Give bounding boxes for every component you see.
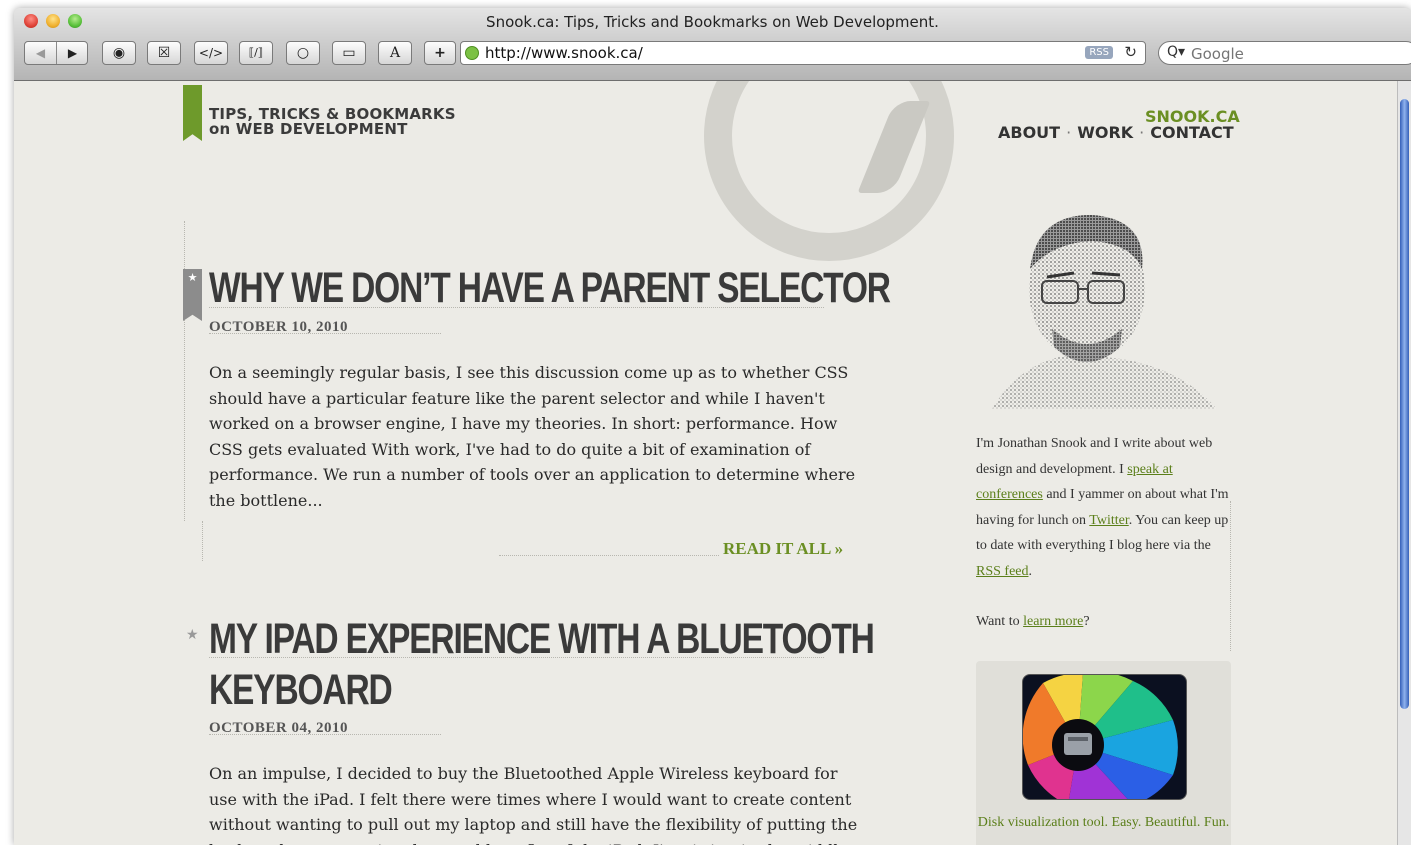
twitter-link[interactable]: Twitter [1089,513,1128,528]
nav-separator: · [1066,123,1072,142]
validate-button[interactable]: ⟦/⟧ [239,41,273,65]
browser-window: Snook.ca: Tips, Tricks and Bookmarks on … [14,8,1411,845]
record-button[interactable]: ◉ [102,41,136,65]
outline-button[interactable]: ○ [286,41,320,65]
back-button[interactable]: ◀ [25,42,57,64]
post-guide-line [202,521,203,561]
title-underline [209,657,824,658]
back-forward-control: ◀ ▶ [24,41,88,65]
disk-visualization-app-icon[interactable] [1022,674,1187,800]
post-excerpt: On a seemingly regular basis, I see this… [209,363,856,510]
post-guide-line [184,221,185,521]
search-input[interactable] [1189,44,1393,64]
view-source-button[interactable]: </> [194,41,228,65]
author-portrait [992,214,1217,409]
readmore-rule [499,555,719,556]
add-bookmark-button[interactable]: + [424,41,456,65]
title-bar: Snook.ca: Tips, Tricks and Bookmarks on … [14,8,1411,81]
nav-contact[interactable]: CONTACT [1150,123,1233,142]
featured-bookmark-icon: ★ [183,269,202,321]
nav-about[interactable]: ABOUT [998,123,1060,142]
sidebar-guide-line [1230,501,1231,651]
scrollbar-thumb[interactable] [1400,99,1409,709]
address-bar[interactable]: http://www.snook.ca/ RSS ↻ [460,41,1146,65]
tagline-line-2: on WEB DEVELOPMENT [209,120,408,138]
date-underline [209,333,441,334]
learn-more-suffix: ? [1083,614,1090,629]
vertical-scrollbar[interactable] [1397,81,1411,845]
post-excerpt: On an impulse, I decided to buy the Blue… [209,764,858,845]
logo-ribbon-icon[interactable] [183,85,202,141]
nav-separator: · [1139,123,1145,142]
rss-button[interactable]: RSS [1085,46,1113,59]
disable-images-button[interactable]: ☒ [147,41,181,65]
forward-button[interactable]: ▶ [57,42,88,64]
learn-more-link[interactable]: learn more [1023,614,1083,629]
ad-caption[interactable]: Disk visualization tool. Easy. Beautiful… [976,811,1231,835]
main-nav: ABOUT · WORK · CONTACT [998,123,1234,142]
text-size-button[interactable]: A [378,41,412,65]
learn-more-prefix: Want to [976,614,1024,629]
window-title: Snook.ca: Tips, Tricks and Bookmarks on … [486,13,939,31]
bio-text: I'm Jonathan Snook and I write about web… [976,436,1213,477]
reload-icon[interactable]: ↻ [1124,43,1137,61]
site-favicon-icon [465,46,479,60]
rss-feed-link[interactable]: RSS feed [976,564,1029,579]
author-bio: I'm Jonathan Snook and I write about web… [976,431,1238,635]
resize-button[interactable]: ▭ [332,41,366,65]
title-underline [209,307,824,308]
post-title-line-2[interactable]: KEYBOARD [209,665,393,716]
site-tagline[interactable]: TIPS, TRICKS & BOOKMARKS on WEB DEVELOPM… [209,107,456,137]
search-field[interactable]: Q▾ [1158,41,1411,65]
search-icon[interactable]: Q▾ [1167,44,1185,60]
sidebar-ad[interactable]: Disk visualization tool. Easy. Beautiful… [976,661,1231,845]
nav-work[interactable]: WORK [1077,123,1133,142]
url-text: http://www.snook.ca/ [485,44,643,62]
star-icon: ★ [186,627,199,643]
bio-text: . [1028,563,1033,579]
read-more-link[interactable]: READ IT ALL » [723,539,843,559]
date-underline [209,734,441,735]
web-page: TIPS, TRICKS & BOOKMARKS on WEB DEVELOPM… [14,81,1397,845]
